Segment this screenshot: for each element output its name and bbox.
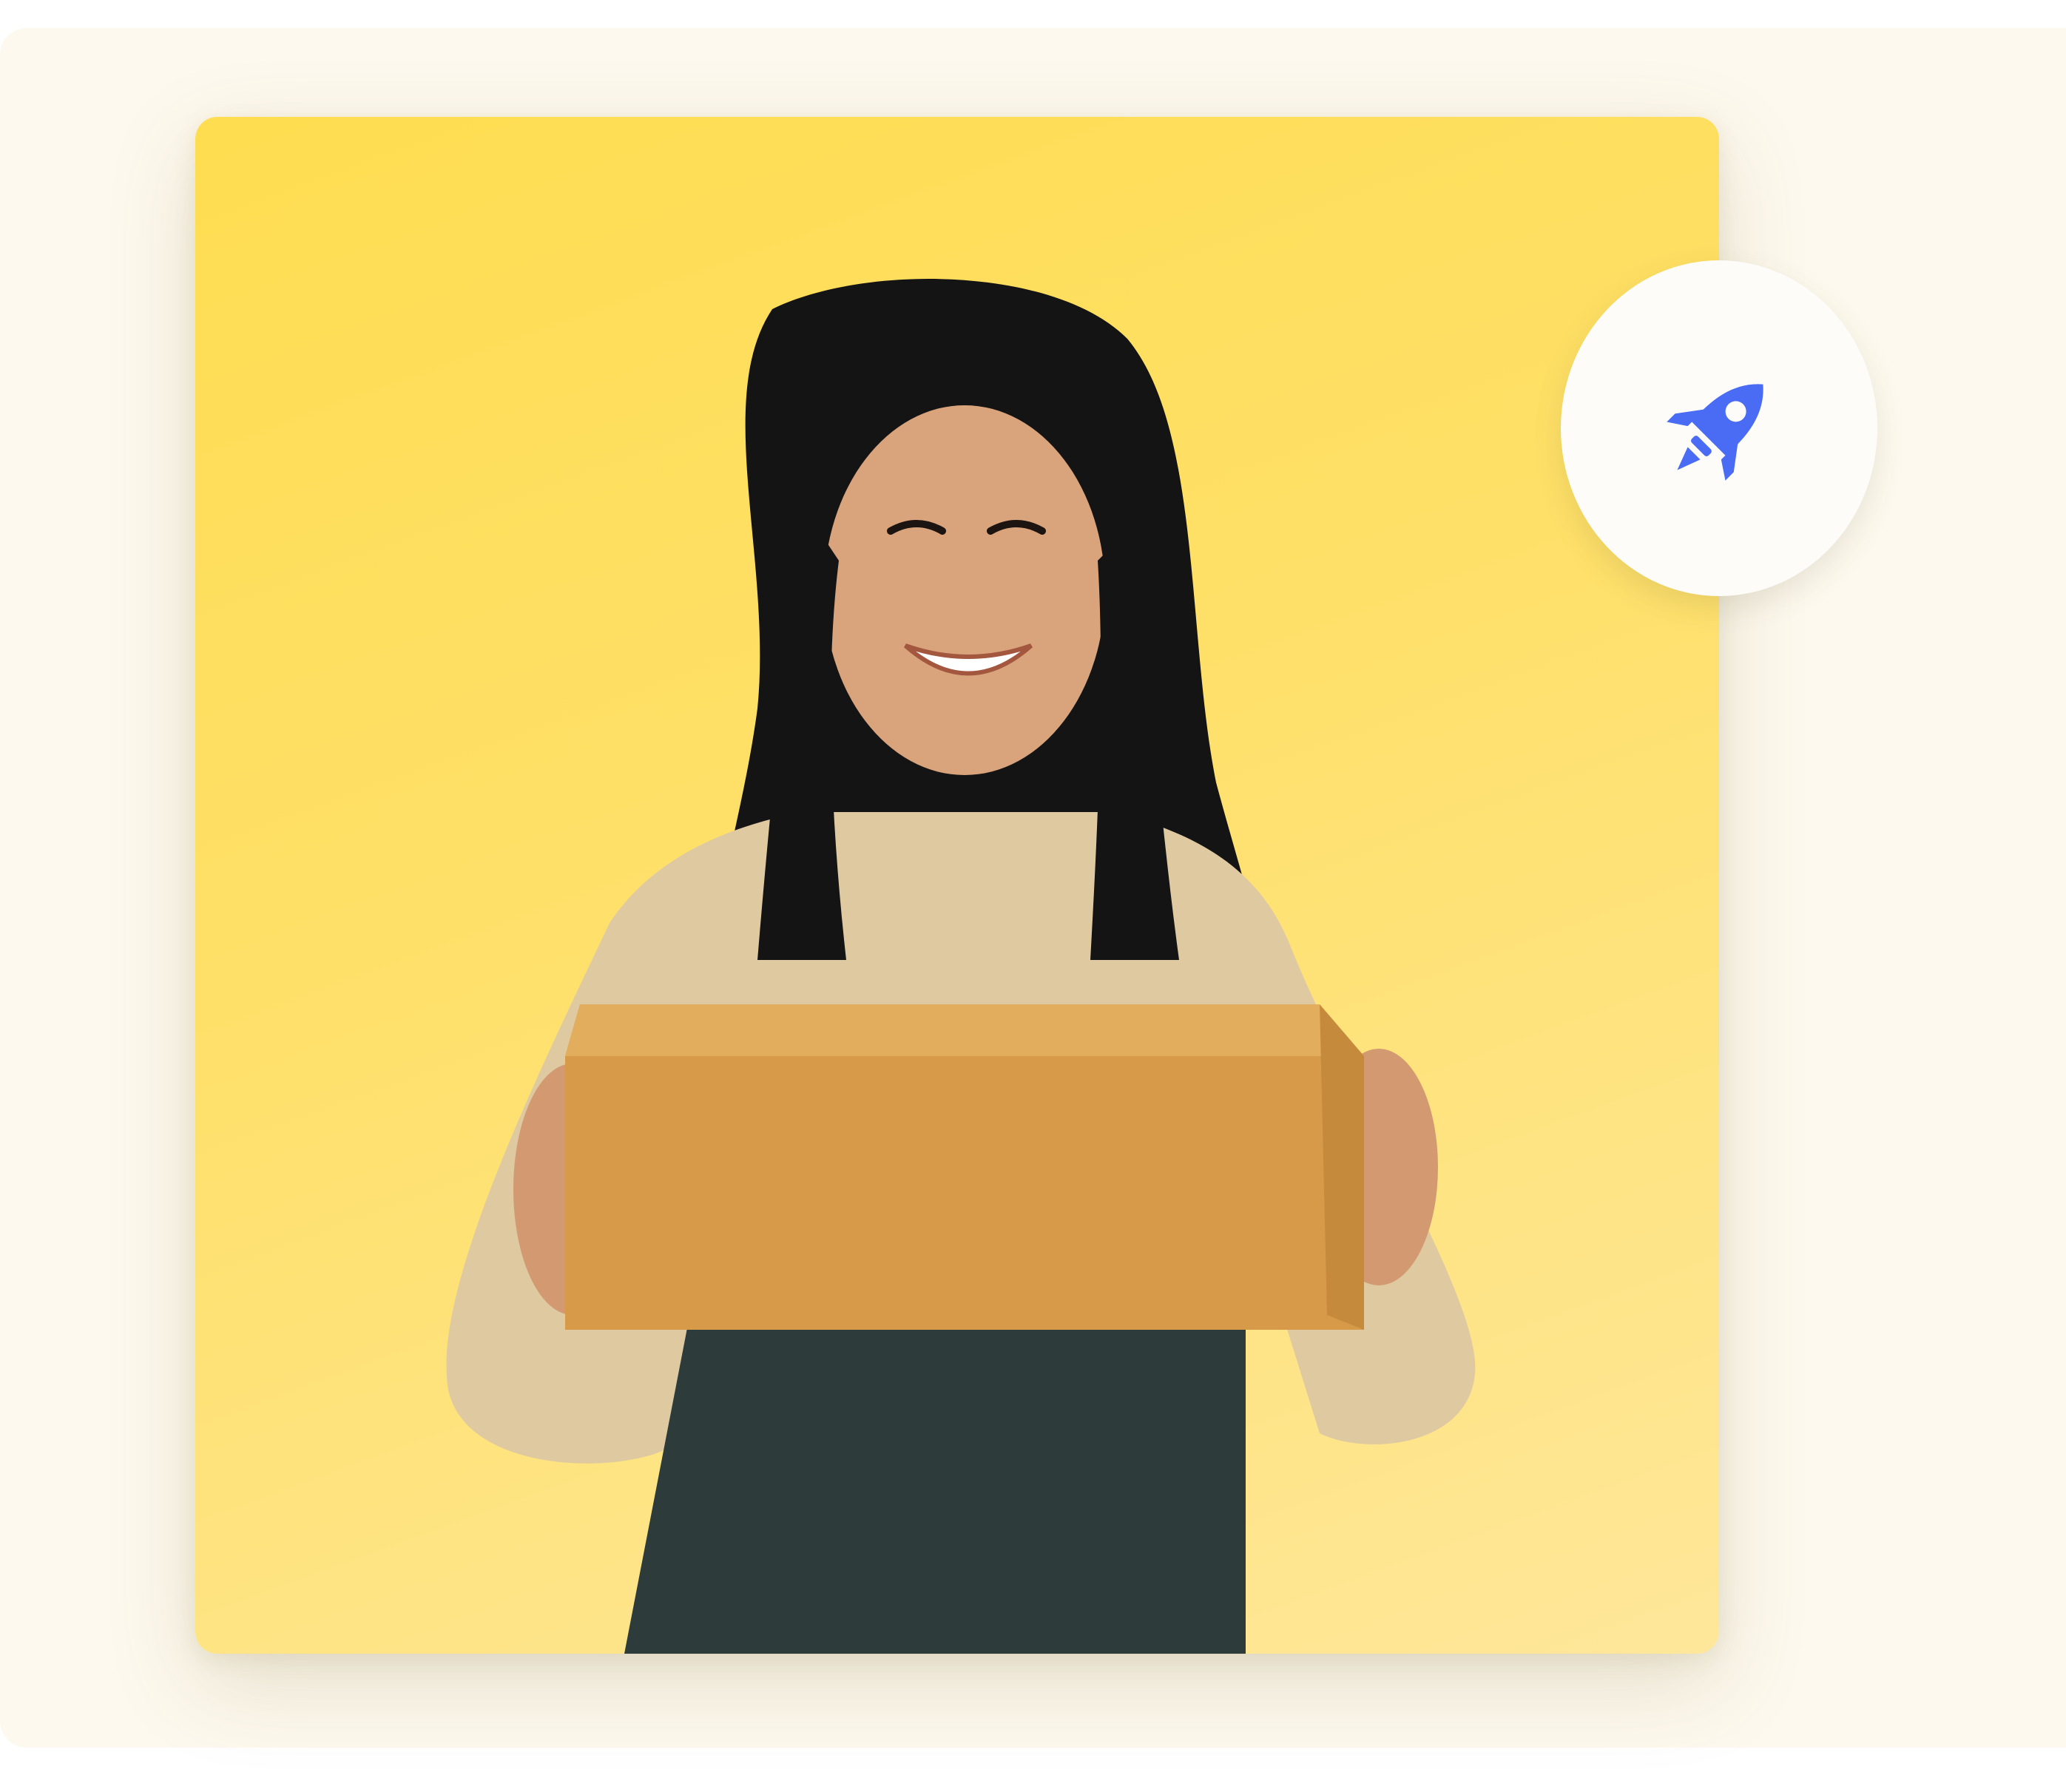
rocket-icon — [1667, 384, 1763, 481]
rocket-badge[interactable] — [1561, 260, 1877, 596]
canvas — [0, 0, 2066, 1792]
photo-card — [195, 117, 1719, 1654]
person-photo — [446, 279, 1476, 1654]
